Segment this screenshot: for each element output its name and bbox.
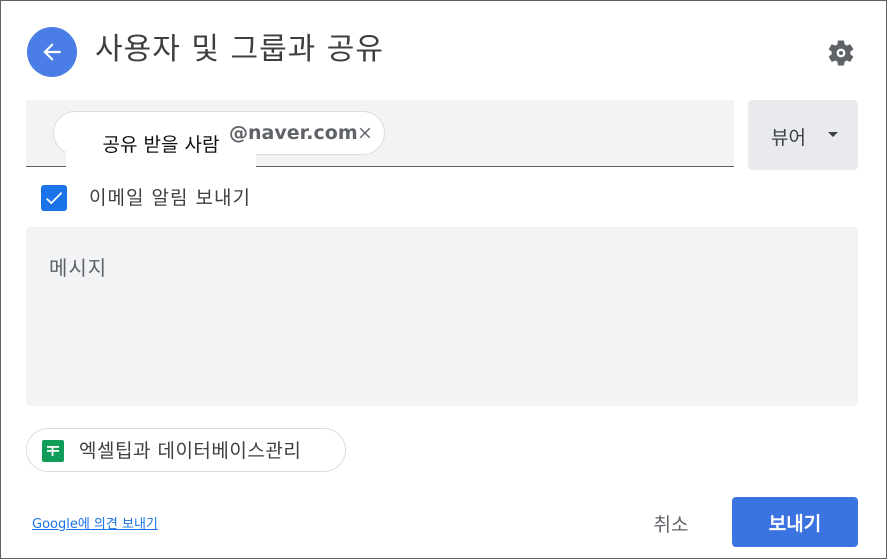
arrow-left-icon <box>43 43 61 61</box>
message-textarea[interactable]: 메시지 <box>26 227 858 406</box>
google-sheets-icon <box>42 440 64 462</box>
share-dialog: 사용자 및 그룹과 공유 공유 받을 사람 @naver.com 뷰어 이메일 … <box>0 0 887 559</box>
recipient-input[interactable]: 공유 받을 사람 @naver.com <box>26 100 734 167</box>
notify-checkbox[interactable] <box>41 185 67 211</box>
attached-file-chip[interactable]: 엑셀팁과 데이터베이스관리 <box>26 428 346 472</box>
attached-file-name: 엑셀팁과 데이터베이스관리 <box>79 440 302 462</box>
dialog-title: 사용자 및 그룹과 공유 <box>95 32 385 67</box>
recipient-chip[interactable]: 공유 받을 사람 @naver.com <box>53 111 385 167</box>
notify-label: 이메일 알림 보내기 <box>89 187 251 209</box>
gear-icon <box>828 40 854 66</box>
back-button[interactable] <box>27 27 77 77</box>
settings-button[interactable] <box>823 35 859 71</box>
caret-down-icon <box>828 132 838 137</box>
remove-recipient-button[interactable] <box>354 122 376 144</box>
close-icon <box>359 127 371 139</box>
recipient-chip-email: @naver.com <box>229 122 358 144</box>
role-dropdown[interactable]: 뷰어 <box>748 100 858 170</box>
cancel-button[interactable]: 취소 <box>631 506 711 540</box>
check-icon <box>46 192 63 205</box>
role-selected: 뷰어 <box>771 127 806 149</box>
message-placeholder: 메시지 <box>49 256 108 280</box>
recipient-chip-label: 공유 받을 사람 <box>66 119 256 167</box>
feedback-link[interactable]: Google에 의견 보내기 <box>32 513 158 532</box>
send-button[interactable]: 보내기 <box>732 497 858 547</box>
